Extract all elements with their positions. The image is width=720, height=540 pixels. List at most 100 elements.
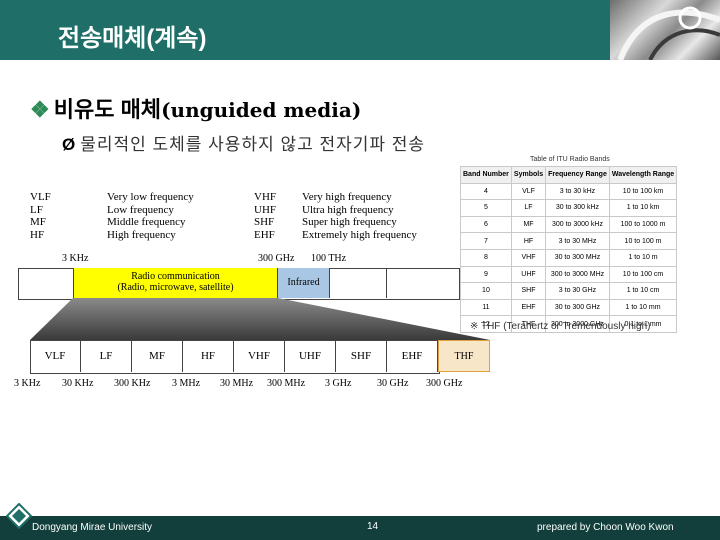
freq-label: 3 KHz [14,378,41,389]
footer-university: Dongyang Mirae University [32,522,153,533]
table-row: 4 VLF 3 to 30 kHz 10 to 100 km [460,182,678,201]
table-row: 11 EHF 30 to 300 GHz 1 to 10 mm [460,298,678,317]
table-cell: 1 to 10 km [608,199,678,217]
table-cell: 1 to 10 mm [608,298,678,317]
table-row: 7 HF 3 to 30 MHz 10 to 100 m [460,232,678,250]
table-row: 9 UHF 300 to 3000 MHz 10 to 100 cm [460,265,678,284]
band-abbr: HF [30,228,45,241]
freq-label: 30 MHz [220,378,254,389]
table-caption: Table of ITU Radio Bands [530,156,610,163]
table-cell: 10 [460,282,512,300]
table-row: 10 SHF 3 to 30 GHz 1 to 10 cm [460,282,678,300]
band-cell: VLF [30,340,81,372]
band-abbr: LF [30,203,43,216]
page-number: 14 [367,521,379,532]
itu-radio-bands-table: Band Number Symbols Frequency Range Wave… [460,166,678,333]
column-header: Symbols [510,166,547,184]
left-band-names: Very low frequency Low frequency Middle … [107,191,194,241]
freq-label: 300 MHz [267,378,306,389]
table-cell: EHF [510,298,547,317]
band-name: Very high frequency [302,191,392,203]
table-cell: HF [510,232,547,250]
band-name: Very low frequency [107,191,194,203]
table-cell: 5 [460,199,512,217]
page-title: 전송매체(계속) [58,25,207,52]
radio-communication-band: Radio communication (Radio, microwave, s… [73,268,278,298]
band-name: Super high frequency [302,216,397,228]
table-cell: 6 [460,215,512,234]
table-cell: MF [510,215,547,234]
table-cell: 3 to 30 GHz [545,282,610,300]
right-band-names: Very high frequency Ultra high frequency… [302,191,417,241]
band-abbr: UHF [254,203,277,216]
table-cell: LF [510,199,547,217]
freq-label: 3 KHz [62,253,89,264]
bullet-unguided-media: ❖ 비유도 매체(unguided media) [30,92,361,124]
table-cell: SHF [510,282,547,300]
band-name: Ultra high frequency [302,203,394,216]
freq-label: 300 KHz [114,378,151,389]
spectrum-divider [386,268,387,298]
table-cell: 30 to 300 GHz [545,298,610,317]
table-row: 5 LF 30 to 300 kHz 1 to 10 km [460,199,678,217]
table-cell: 9 [460,265,512,284]
table-cell: 8 [460,248,512,267]
table-row: 8 VHF 30 to 300 MHz 1 to 10 m [460,248,678,267]
band-abbr: SHF [254,216,275,228]
band-cell: EHF [387,340,438,372]
band-name: Low frequency [107,203,174,216]
band-abbr: EHF [254,228,275,241]
table-cell: 3 to 30 kHz [545,182,610,201]
band-cell: UHF [285,340,336,372]
sub-bullet-text: 물리적인 도체를 사용하지 않고 전자기파 전송 [80,135,426,154]
bullet-kr-text: 비유도 매체 [53,97,162,122]
table-cell: 300 to 3000 MHz [545,265,610,284]
freq-label: 30 GHz [377,378,409,389]
freq-label: 3 GHz [325,378,352,389]
thf-footnote: ※ THF (Terahertz or Tremendously high) [470,321,651,332]
freq-label: 300 GHz [426,378,463,389]
table-cell: 30 to 300 MHz [545,248,610,267]
table-row: 6 MF 300 to 3000 kHz 100 to 1000 m [460,215,678,234]
column-header: Band Number [460,166,512,184]
bullet-en-text: (unguided media) [161,98,362,122]
diamond-logo-icon [6,503,32,529]
band-cell: MF [132,340,183,372]
radio-band-label: Radio communication [131,271,220,282]
sub-bullet: Ø 물리적인 도체를 사용하지 않고 전자기파 전송 [62,130,425,155]
band-abbr: VLF [30,191,51,203]
diamond-bullet-icon: ❖ [30,97,50,122]
band-name: High frequency [107,228,176,241]
table-cell: VHF [510,248,547,267]
radio-band-sublabel: (Radio, microwave, satellite) [117,282,234,293]
header-decorative-image [610,0,720,60]
table-cell: 7 [460,232,512,250]
table-cell: 100 to 1000 m [608,215,678,234]
table-cell: 4 [460,182,512,201]
footer-bar: Dongyang Mirae University 14 prepared by… [0,516,720,540]
band-name: Middle frequency [107,216,186,228]
table-cell: 10 to 100 km [608,182,678,201]
band-cell: SHF [336,340,387,372]
band-abbr: MF [30,216,46,228]
table-header-row: Band Number Symbols Frequency Range Wave… [460,166,678,184]
left-band-abbreviations: VLF LF MF HF [30,191,51,241]
band-cell: LF [81,340,132,372]
band-cell: VHF [234,340,285,372]
footer-author: prepared by Choon Woo Kwon [537,522,674,533]
table-cell: 3 to 30 MHz [545,232,610,250]
table-cell: 1 to 10 cm [608,282,678,300]
thf-band-cell: THF [438,340,490,372]
freq-label: 30 KHz [62,378,94,389]
band-abbr: VHF [254,191,277,203]
infrared-band: Infrared [278,268,330,298]
freq-label: 3 MHz [172,378,201,389]
band-cell: HF [183,340,234,372]
table-cell: 300 to 3000 kHz [545,215,610,234]
table-cell: 10 to 100 cm [608,265,678,284]
freq-label: 300 GHz [258,253,295,264]
right-band-abbreviations: VHF UHF SHF EHF [254,191,276,241]
table-cell: 30 to 300 kHz [545,199,610,217]
table-cell: VLF [510,182,547,201]
column-header: Wavelength Range [608,166,678,184]
